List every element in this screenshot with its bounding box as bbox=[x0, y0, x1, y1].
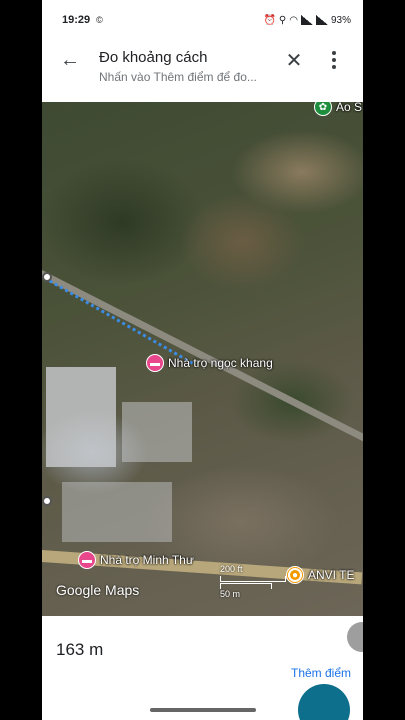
scale-meters: 50 m bbox=[220, 589, 241, 599]
battery-level: 93% bbox=[330, 14, 351, 26]
park-icon: ✿ bbox=[314, 102, 332, 116]
measure-start-point[interactable] bbox=[42, 272, 52, 282]
building-block bbox=[122, 402, 192, 462]
page-subtitle: Nhấn vào Thêm điểm để đo... bbox=[99, 70, 257, 84]
poi-label: Nhà trọ ngọc khang bbox=[168, 356, 273, 370]
poi-nha-tro-minh-thu[interactable]: ▬ Nhà trọ Minh Thư bbox=[78, 551, 194, 569]
measure-panel: 163 m Thêm điểm bbox=[42, 616, 363, 720]
add-point-label: Thêm điểm bbox=[291, 666, 352, 680]
notification-icon: © bbox=[96, 15, 103, 25]
building-block bbox=[46, 367, 116, 467]
add-point-button[interactable] bbox=[298, 684, 350, 720]
map-edge-handle[interactable] bbox=[42, 496, 52, 506]
scale-feet: 200 ft bbox=[220, 564, 243, 574]
bed-icon: ▬ bbox=[146, 354, 164, 372]
alarm-icon: ⏰ bbox=[263, 14, 276, 26]
building-block bbox=[62, 482, 172, 542]
wifi-icon: ◠ bbox=[289, 14, 298, 26]
satellite-map[interactable]: ✿ Ao S ▬ Nhà trọ ngọc khang ▬ Nhà trọ Mi… bbox=[42, 102, 363, 616]
signal-icon bbox=[300, 15, 313, 25]
poi-label: ANVI TE bbox=[308, 568, 355, 582]
page-title: Đo khoảng cách bbox=[99, 49, 208, 66]
bed-icon: ▬ bbox=[78, 551, 96, 569]
phone-screen: 19:29 © ⏰ ⚲ ◠ 93% ← Đo khoảng cách Nhấn … bbox=[42, 0, 363, 720]
signal-2-icon bbox=[315, 15, 328, 25]
total-distance: 163 m bbox=[56, 640, 104, 659]
more-options-icon[interactable] bbox=[324, 48, 344, 72]
status-icons: ⏰ ⚲ ◠ 93% bbox=[263, 15, 351, 26]
poi-nha-tro-ngoc-khang[interactable]: ▬ Nhà trọ ngọc khang bbox=[146, 354, 273, 372]
location-icon: ⚲ bbox=[278, 14, 287, 26]
status-bar: 19:29 © ⏰ ⚲ ◠ 93% bbox=[42, 0, 363, 40]
poi-label: Ao S bbox=[336, 102, 363, 114]
measure-line bbox=[44, 277, 194, 365]
scale-bar bbox=[220, 576, 286, 582]
close-icon[interactable]: ✕ bbox=[282, 48, 306, 72]
measure-header: ← Đo khoảng cách Nhấn vào Thêm điểm để đ… bbox=[42, 40, 363, 102]
back-arrow-icon[interactable]: ← bbox=[58, 48, 82, 72]
status-time: 19:29 bbox=[62, 14, 91, 26]
google-maps-logo: Google Maps bbox=[56, 582, 140, 598]
poi-label: Nhà trọ Minh Thư bbox=[100, 553, 194, 567]
poi-ao[interactable]: ✿ Ao S bbox=[314, 102, 362, 116]
map-scale: 200 ft 50 m bbox=[220, 564, 286, 599]
home-indicator[interactable] bbox=[150, 708, 256, 712]
floating-side-button[interactable] bbox=[347, 622, 363, 652]
crosshair-icon bbox=[288, 568, 302, 582]
